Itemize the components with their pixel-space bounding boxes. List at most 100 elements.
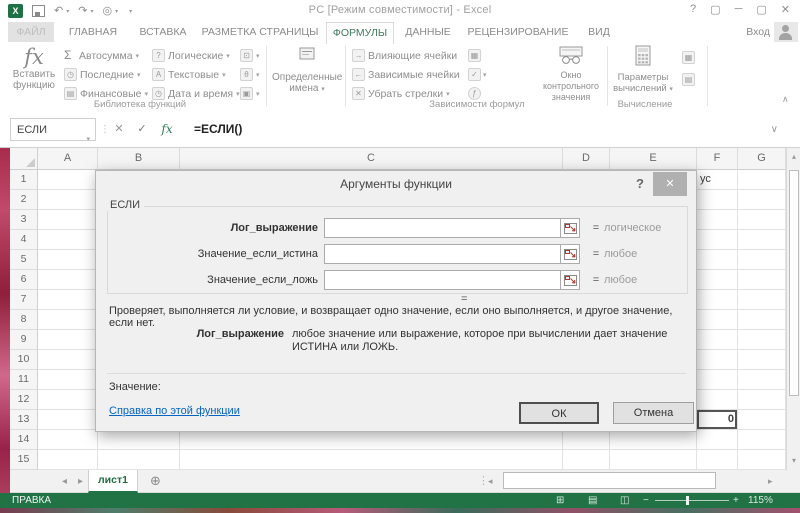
- cell-F12[interactable]: [697, 390, 738, 410]
- row-header-8[interactable]: 8: [10, 310, 38, 330]
- row-header-4[interactable]: 4: [10, 230, 38, 250]
- cell-F10[interactable]: [697, 350, 738, 370]
- cell-F9[interactable]: [697, 330, 738, 350]
- cell-G8[interactable]: [738, 310, 786, 330]
- cell-A15[interactable]: [38, 450, 98, 470]
- more-functions-button[interactable]: ▣▾: [240, 85, 260, 102]
- trace-dependents-button[interactable]: ← Зависимые ячейки: [352, 66, 460, 83]
- dialog-title[interactable]: Аргументы функции: [96, 171, 696, 198]
- cell-D14[interactable]: [563, 430, 610, 450]
- zoom-level[interactable]: 115%: [748, 493, 773, 508]
- cell-E15[interactable]: [610, 450, 697, 470]
- cell-F8[interactable]: [697, 310, 738, 330]
- cell-B14[interactable]: [98, 430, 180, 450]
- maximize-icon[interactable]: ▢: [756, 3, 766, 16]
- row-header-5[interactable]: 5: [10, 250, 38, 270]
- cell-B15[interactable]: [98, 450, 180, 470]
- cell-A11[interactable]: [38, 370, 98, 390]
- cell-D15[interactable]: [563, 450, 610, 470]
- normal-view-icon[interactable]: ⊞: [556, 493, 564, 508]
- help-icon[interactable]: ?: [690, 3, 696, 16]
- cell-F2[interactable]: [697, 190, 738, 210]
- zoom-out-icon[interactable]: −: [643, 493, 649, 508]
- cell-F7[interactable]: [697, 290, 738, 310]
- cell-G1[interactable]: [738, 170, 786, 190]
- help-on-function-link[interactable]: Справка по этой функции: [109, 405, 240, 417]
- dialog-close-icon[interactable]: ✕: [653, 172, 687, 196]
- minimize-icon[interactable]: ─: [735, 3, 743, 16]
- tab-razmetka-stranitsy[interactable]: РАЗМЕТКА СТРАНИЦЫ: [200, 22, 320, 42]
- cell-A2[interactable]: [38, 190, 98, 210]
- cell-G12[interactable]: [738, 390, 786, 410]
- row-header-13[interactable]: 13: [10, 410, 38, 430]
- column-header-B[interactable]: B: [98, 148, 180, 170]
- row-header-7[interactable]: 7: [10, 290, 38, 310]
- calculation-options-button[interactable]: Параметры вычислений ▾: [612, 45, 674, 95]
- cell-F5[interactable]: [697, 250, 738, 270]
- cell-A9[interactable]: [38, 330, 98, 350]
- page-layout-view-icon[interactable]: ▤: [588, 493, 597, 508]
- cell-F1[interactable]: ус: [697, 170, 738, 190]
- column-header-D[interactable]: D: [563, 148, 610, 170]
- horizontal-scrollbar-thumb[interactable]: [503, 472, 716, 489]
- tab-vstavka[interactable]: ВСТАВКА: [132, 22, 194, 42]
- cell-G6[interactable]: [738, 270, 786, 290]
- cell-G9[interactable]: [738, 330, 786, 350]
- cell-A6[interactable]: [38, 270, 98, 290]
- page-break-view-icon[interactable]: ◫: [620, 493, 629, 508]
- row-header-15[interactable]: 15: [10, 450, 38, 470]
- cell-A12[interactable]: [38, 390, 98, 410]
- cell-E14[interactable]: [610, 430, 697, 450]
- math-trig-button[interactable]: θ▾: [240, 66, 260, 83]
- cell-A3[interactable]: [38, 210, 98, 230]
- cell-A10[interactable]: [38, 350, 98, 370]
- calculate-sheet-button[interactable]: ▤: [682, 73, 695, 86]
- cancel-button[interactable]: Отмена: [613, 402, 694, 424]
- cell-A13[interactable]: [38, 410, 98, 430]
- text-functions-button[interactable]: A Текстовые▾: [152, 66, 226, 83]
- cell-G3[interactable]: [738, 210, 786, 230]
- value-if-true-input[interactable]: [324, 244, 561, 264]
- cell-G10[interactable]: [738, 350, 786, 370]
- zoom-slider-thumb[interactable]: [686, 496, 689, 505]
- cell-A5[interactable]: [38, 250, 98, 270]
- cell-F4[interactable]: [697, 230, 738, 250]
- cell-C15[interactable]: [180, 450, 563, 470]
- tab-glavnaya[interactable]: ГЛАВНАЯ: [60, 22, 126, 42]
- tab-vid[interactable]: ВИД: [578, 22, 620, 42]
- sign-in-link[interactable]: Вход: [746, 22, 770, 42]
- calculate-now-button[interactable]: ▦: [682, 51, 695, 64]
- insert-function-fx-icon[interactable]: fx: [158, 118, 176, 141]
- cell-F6[interactable]: [697, 270, 738, 290]
- cell-F3[interactable]: [697, 210, 738, 230]
- vertical-scrollbar-thumb[interactable]: [789, 170, 799, 396]
- enter-entry-icon[interactable]: ✓: [133, 118, 151, 141]
- cell-G4[interactable]: [738, 230, 786, 250]
- range-selector-icon[interactable]: [561, 218, 580, 238]
- cell-G7[interactable]: [738, 290, 786, 310]
- zoom-in-icon[interactable]: +: [733, 493, 739, 508]
- cell-G14[interactable]: [738, 430, 786, 450]
- tab-dannye[interactable]: ДАННЫЕ: [398, 22, 458, 42]
- row-header-9[interactable]: 9: [10, 330, 38, 350]
- cell-A4[interactable]: [38, 230, 98, 250]
- cell-C14[interactable]: [180, 430, 563, 450]
- row-header-2[interactable]: 2: [10, 190, 38, 210]
- name-box[interactable]: ЕСЛИ ▾: [10, 118, 96, 141]
- column-header-C[interactable]: C: [180, 148, 563, 170]
- prev-sheet-icon[interactable]: ◂: [62, 470, 67, 493]
- row-header-3[interactable]: 3: [10, 210, 38, 230]
- tab-retsenzirovanie[interactable]: РЕЦЕНЗИРОВАНИЕ: [464, 22, 572, 42]
- row-header-1[interactable]: 1: [10, 170, 38, 190]
- cell-G5[interactable]: [738, 250, 786, 270]
- column-header-E[interactable]: E: [610, 148, 697, 170]
- row-header-11[interactable]: 11: [10, 370, 38, 390]
- zoom-slider[interactable]: [655, 500, 729, 501]
- ribbon-display-options-icon[interactable]: ▢: [710, 3, 720, 16]
- formula-input[interactable]: =ЕСЛИ(): [194, 118, 242, 141]
- logical-test-input[interactable]: [324, 218, 561, 238]
- row-header-14[interactable]: 14: [10, 430, 38, 450]
- formula-bar-drag-handle[interactable]: ⋮: [100, 118, 110, 141]
- tab-formuly[interactable]: ФОРМУЛЫ: [326, 22, 394, 44]
- cell-F14[interactable]: [697, 430, 738, 450]
